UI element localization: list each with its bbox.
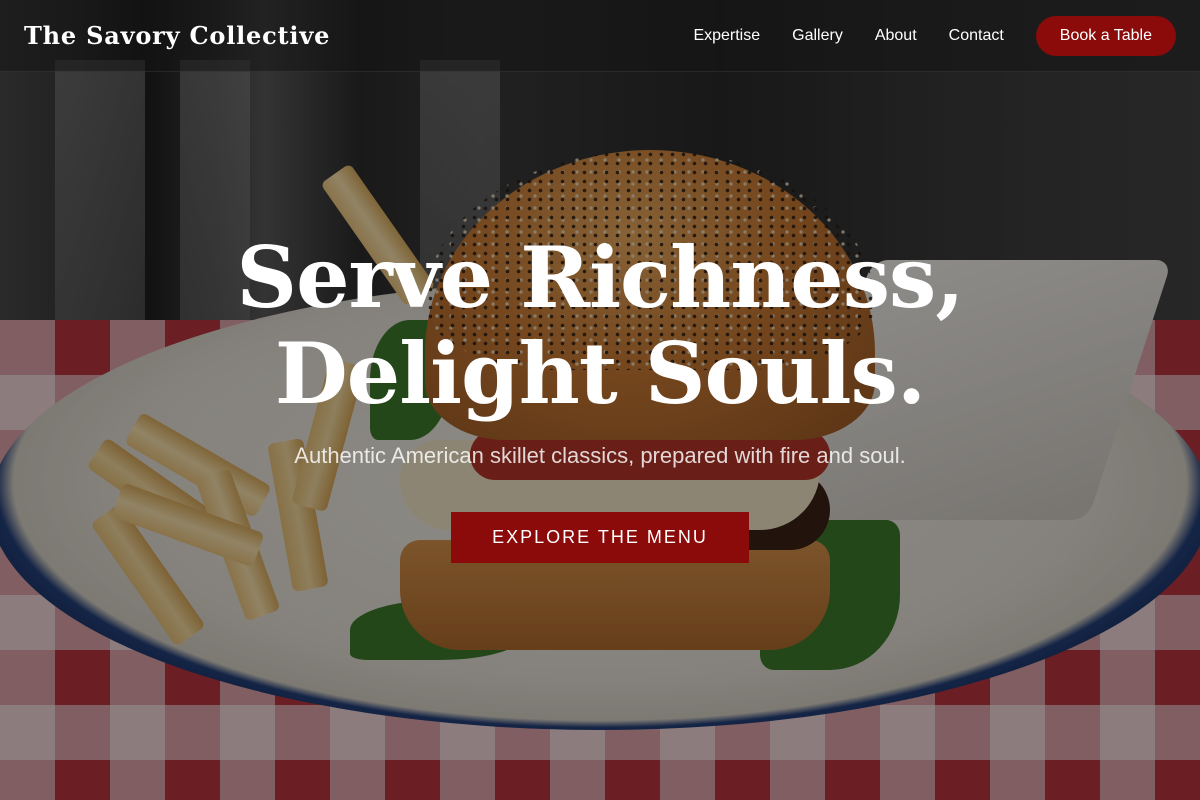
explore-menu-button[interactable]: EXPLORE THE MENU <box>451 512 749 563</box>
nav-link-about[interactable]: About <box>875 27 917 45</box>
hero-content: Serve Richness, Delight Souls. Authentic… <box>0 230 1200 563</box>
brand-logo[interactable]: The Savory Collective <box>24 21 330 50</box>
nav-link-expertise[interactable]: Expertise <box>693 27 760 45</box>
hero-title-line2: Delight Souls. <box>274 324 926 423</box>
top-navbar: The Savory Collective Expertise Gallery … <box>0 0 1200 72</box>
book-table-button[interactable]: Book a Table <box>1035 15 1176 56</box>
hero-title: Serve Richness, Delight Souls. <box>0 230 1200 422</box>
hero-subtitle: Authentic American skillet classics, pre… <box>294 443 906 468</box>
hero-title-line1: Serve Richness, <box>236 228 964 327</box>
nav-link-contact[interactable]: Contact <box>949 27 1004 45</box>
nav-links: Expertise Gallery About Contact Book a T… <box>661 15 1176 56</box>
nav-link-gallery[interactable]: Gallery <box>792 27 843 45</box>
